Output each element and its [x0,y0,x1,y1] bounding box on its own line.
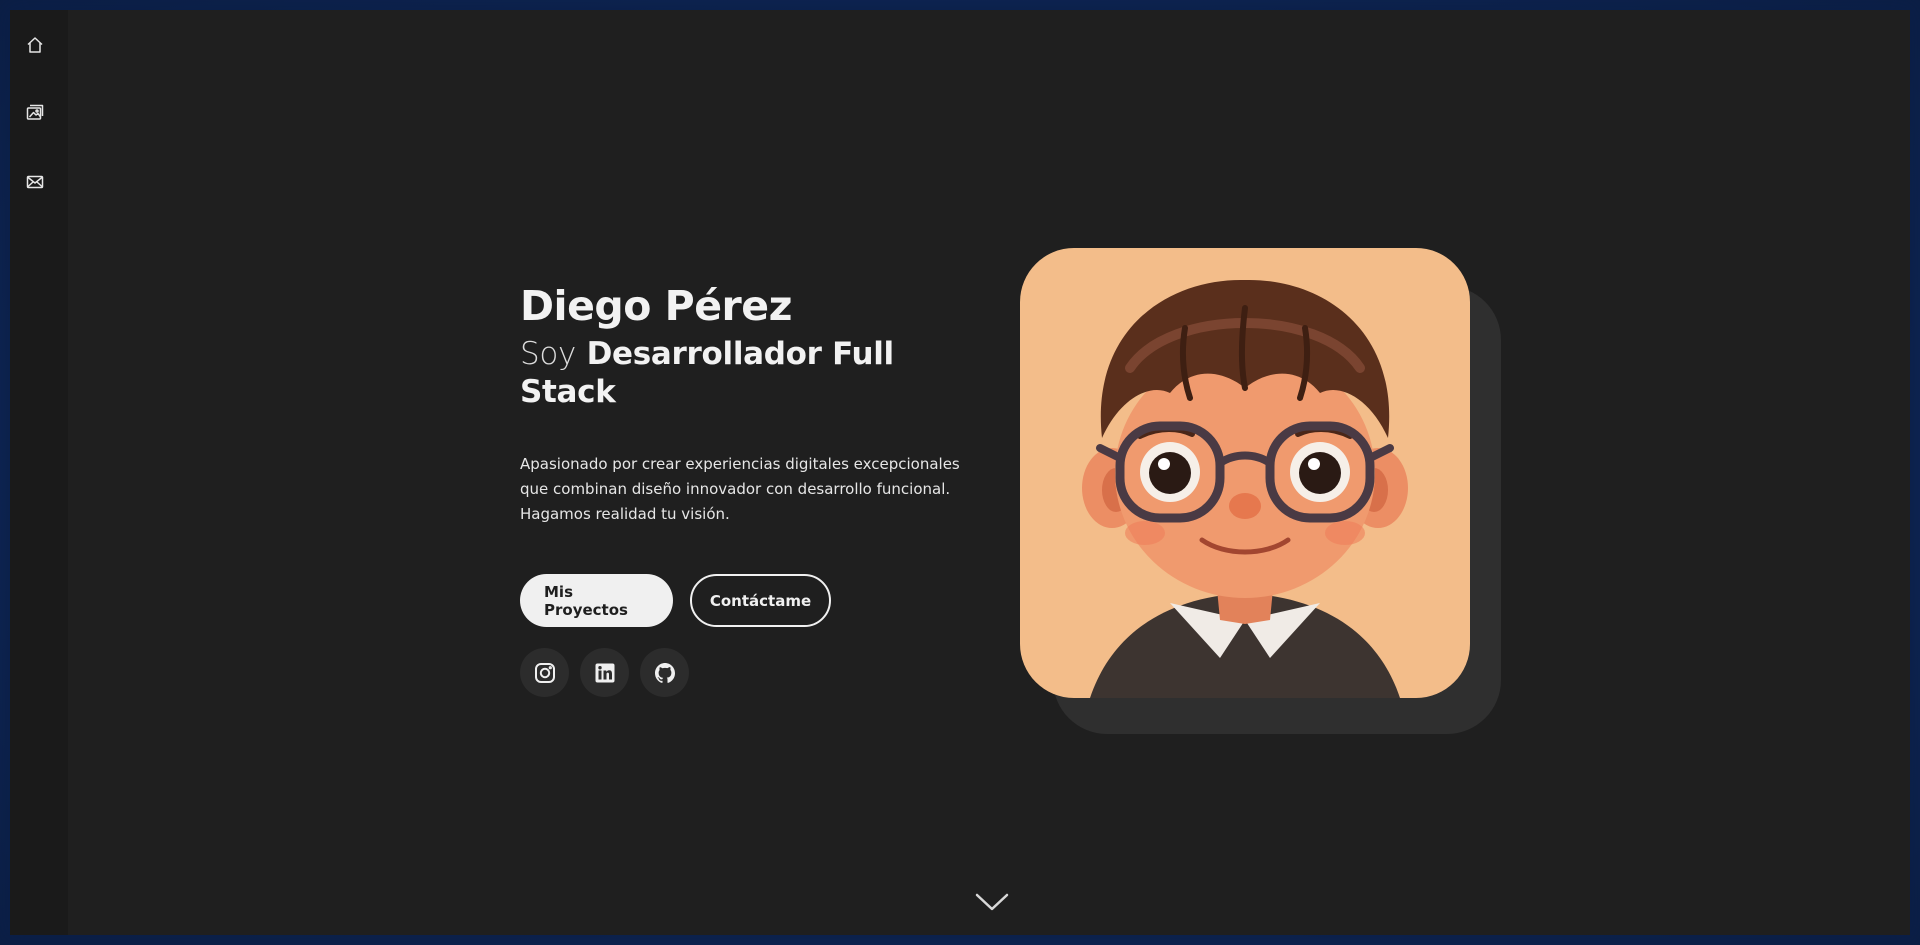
scroll-down-button[interactable] [974,890,1010,914]
instagram-link[interactable] [520,648,569,697]
instagram-icon [534,662,555,683]
window-frame: Diego Pérez Soy Desarrollador Full Stack… [0,0,1920,945]
linkedin-link[interactable] [580,648,629,697]
nav-mail-icon[interactable] [24,171,46,193]
hero-intro: Diego Pérez Soy Desarrollador Full Stack… [520,282,990,697]
role-prefix: Soy [520,336,577,372]
hero-buttons: Mis Proyectos Contáctame [520,574,990,627]
chevron-down-icon [975,893,1009,911]
github-link[interactable] [640,648,689,697]
nav-image-icon[interactable] [24,102,46,124]
role-title: Desarrollador Full Stack [520,336,894,410]
hero-role: Soy Desarrollador Full Stack [520,335,990,411]
github-icon [654,662,675,683]
social-links [520,648,990,697]
hero-name: Diego Pérez [520,282,792,330]
page-viewport: Diego Pérez Soy Desarrollador Full Stack… [10,10,1910,935]
hero-description: Apasionado por crear experiencias digita… [520,455,960,523]
linkedin-icon [595,663,614,682]
projects-button[interactable]: Mis Proyectos [520,574,673,627]
nav-home-icon[interactable] [24,34,46,56]
contact-button[interactable]: Contáctame [690,574,831,627]
avatar-illustration [1082,279,1408,698]
sidebar-nav [10,10,68,935]
avatar-card [1020,248,1470,698]
